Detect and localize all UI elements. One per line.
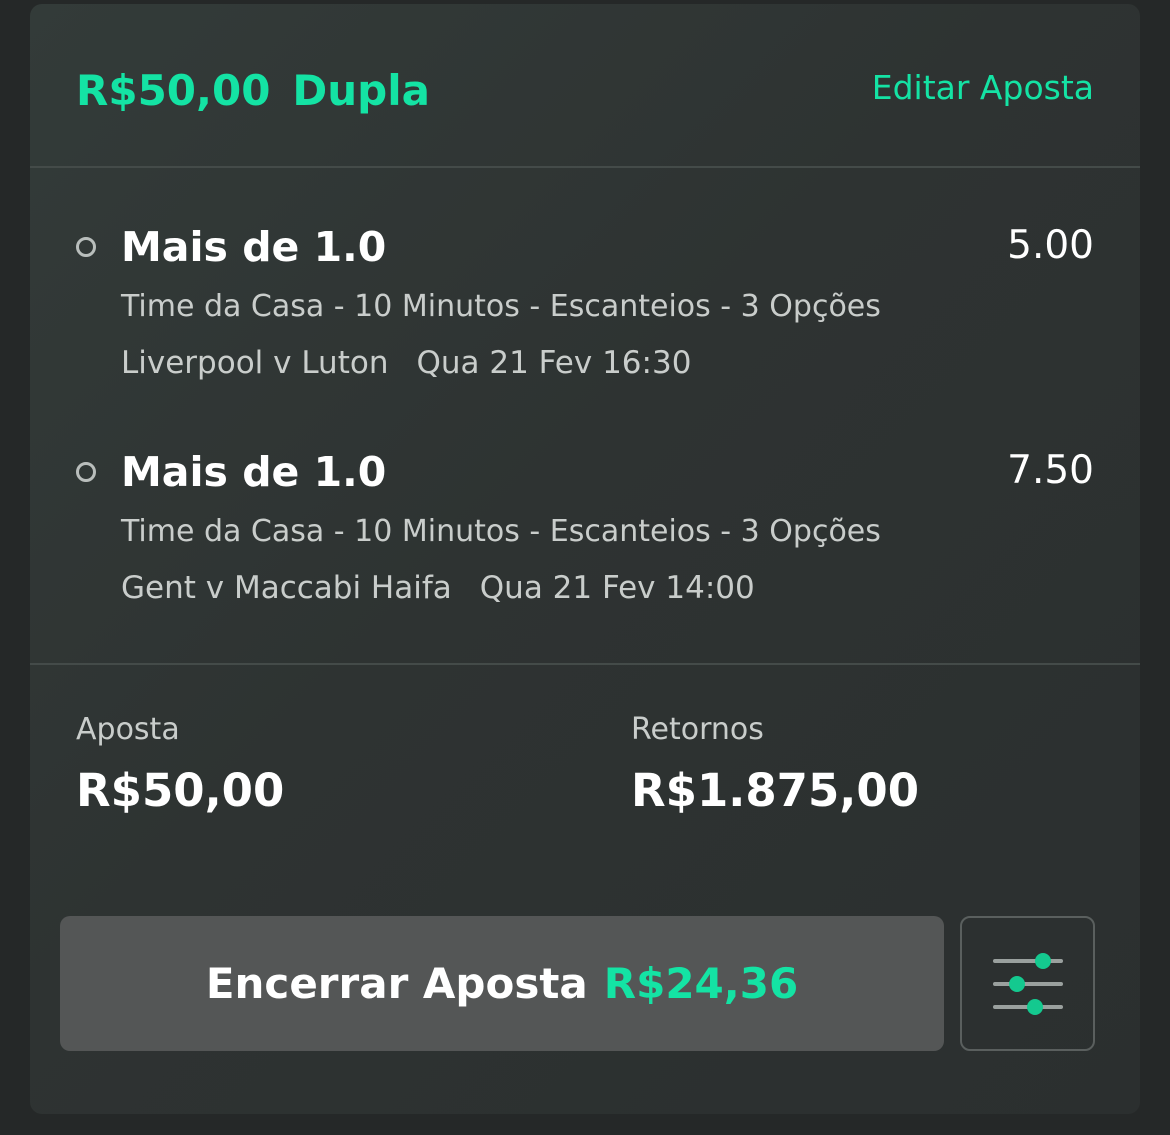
edit-bet-link[interactable]: Editar Aposta — [872, 68, 1094, 107]
selection-event-line: Gent v Maccabi Haifa Qua 21 Fev 14:00 — [121, 570, 755, 606]
selection-item: Mais de 1.0 7.50 Time da Casa - 10 Minut… — [30, 444, 1140, 644]
selection-market: Time da Casa - 10 Minutos - Escanteios -… — [121, 514, 881, 549]
bet-header: R$50,00 Dupla Editar Aposta — [30, 4, 1140, 168]
circle-icon — [76, 462, 96, 482]
stake-label: Aposta — [76, 712, 180, 747]
selection-event: Liverpool v Luton — [121, 345, 389, 381]
returns-label: Retornos — [631, 712, 764, 747]
circle-icon — [76, 237, 96, 257]
returns-value: R$1.875,00 — [631, 764, 920, 817]
selection-event: Gent v Maccabi Haifa — [121, 570, 452, 606]
bet-title: R$50,00 Dupla — [76, 66, 430, 115]
selection-market: Time da Casa - 10 Minutos - Escanteios -… — [121, 289, 881, 324]
stake-value: R$50,00 — [76, 764, 285, 817]
selection-datetime: Qua 21 Fev 16:30 — [416, 345, 692, 381]
sliders-icon — [992, 952, 1063, 1015]
selection-odds: 5.00 — [1007, 223, 1094, 268]
selection-name: Mais de 1.0 — [121, 448, 387, 496]
bet-stake: R$50,00 — [76, 66, 271, 115]
selection-datetime: Qua 21 Fev 14:00 — [479, 570, 755, 606]
selection-name: Mais de 1.0 — [121, 223, 387, 271]
bet-type: Dupla — [292, 66, 430, 115]
cashout-button[interactable]: Encerrar Aposta R$24,36 — [60, 916, 944, 1051]
bet-card: R$50,00 Dupla Editar Aposta Mais de 1.0 5… — [30, 4, 1140, 1114]
cashout-label: Encerrar Aposta — [205, 959, 588, 1008]
selection-odds: 7.50 — [1007, 448, 1094, 493]
cashout-settings-button[interactable] — [960, 916, 1095, 1051]
summary-divider — [30, 663, 1140, 665]
selection-event-line: Liverpool v Luton Qua 21 Fev 16:30 — [121, 345, 691, 381]
selection-item: Mais de 1.0 5.00 Time da Casa - 10 Minut… — [30, 219, 1140, 419]
cashout-value: R$24,36 — [603, 959, 799, 1008]
